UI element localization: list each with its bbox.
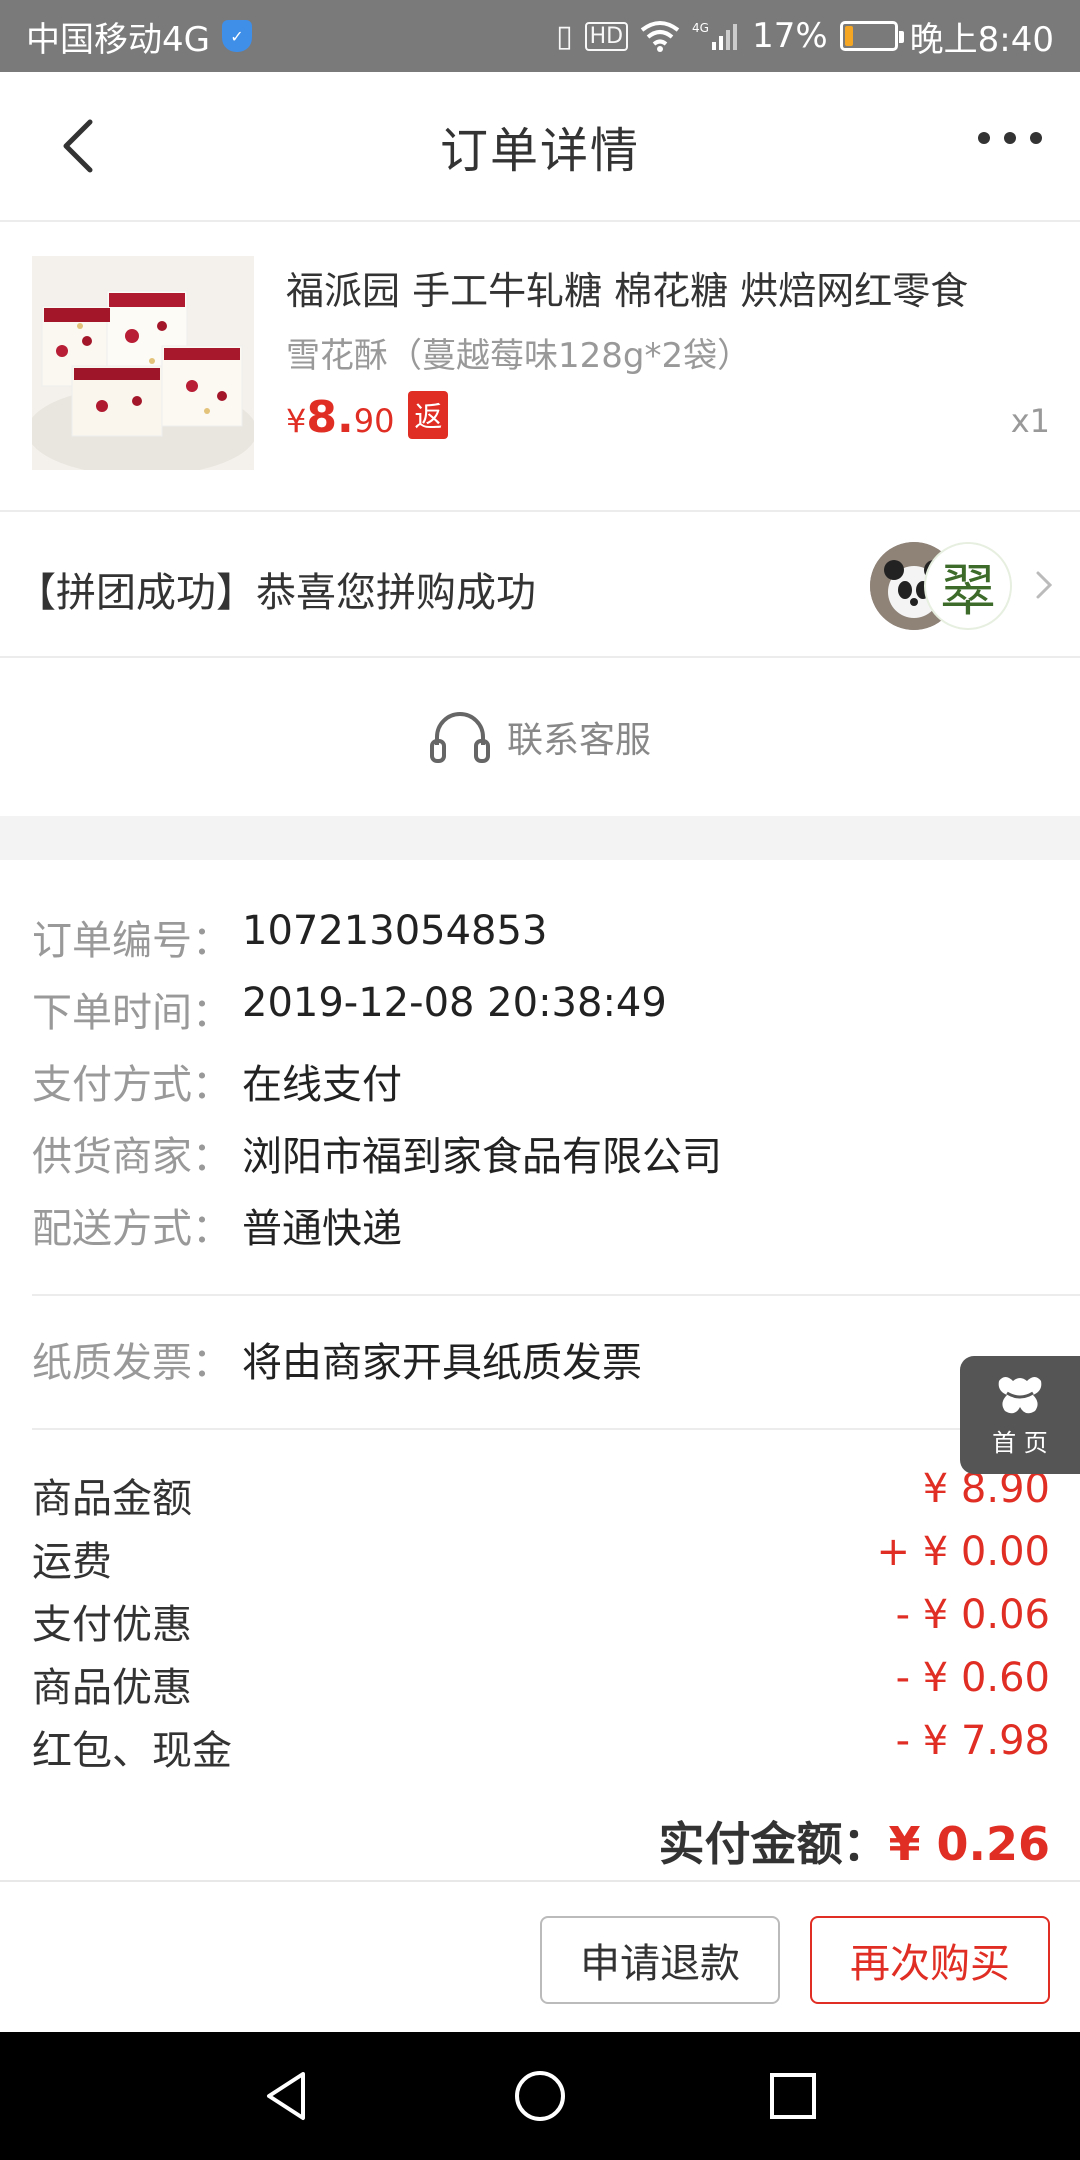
group-buy-row[interactable]: 【拼团成功】恭喜您拼购成功 翠 [0,512,1080,658]
product-card[interactable]: 福派园 手工牛轧糖 棉花糖 烘焙网红零食 雪花酥（蔓越莓味128g*2袋） ¥ … [0,222,1080,512]
amount-value: - ¥ 0.60 [895,1655,1050,1701]
amount-label: 商品金额 [32,1476,192,1522]
info-label: 订单编号： [32,918,232,964]
order-number: 107213054853 [242,908,548,954]
nougat-image [32,256,254,470]
info-label: 配送方式： [32,1206,232,1252]
home-label: 首 页 [992,1428,1048,1457]
amount-label: 商品优惠 [32,1665,192,1711]
bottom-action-bar: 申请退款 再次购买 [0,1880,1080,2032]
amount-row: 商品金额 ¥ 8.90 [32,1466,1050,1524]
nav-recents-icon[interactable] [763,2066,823,2126]
amount-value: - ¥ 0.06 [895,1592,1050,1638]
amount-row: 商品优惠 - ¥ 0.60 [32,1655,1050,1713]
rebuy-button[interactable]: 再次购买 [810,1916,1050,2004]
home-float-button[interactable]: 首 页 [960,1356,1080,1474]
system-nav-bar [0,2032,1080,2160]
amount-value: + ¥ 0.00 [876,1529,1050,1575]
status-right: ▯ HD 4G 17% 晚上8:40 [556,12,1054,61]
section-divider [0,816,1080,860]
info-label: 供货商家： [32,1134,232,1180]
total-value: ¥ 0.26 [888,1817,1050,1871]
amount-label: 红包、现金 [32,1728,232,1774]
carrier-label: 中国移动4G [26,19,210,60]
total-label: 实付金额： [658,1817,889,1871]
product-price: ¥ 8. 90 返 [286,391,449,445]
contact-service-label: 联系客服 [506,720,651,761]
amount-row: 支付优惠 - ¥ 0.06 [32,1592,1050,1650]
amount-label: 运费 [32,1539,112,1585]
headset-icon [429,712,490,763]
clock: 晚上8:40 [909,19,1054,60]
info-label: 下单时间： [32,990,232,1036]
refund-button[interactable]: 申请退款 [540,1916,780,2004]
divider [32,1294,1080,1296]
battery-fill [844,26,853,46]
product-image[interactable] [32,256,254,470]
group-buy-status: 【拼团成功】恭喜您拼购成功 [16,570,536,616]
product-quantity: x1 [1010,402,1050,440]
status-bar: 中国移动4G ✓ ▯ HD 4G 17% 晚上8:40 [0,0,1080,72]
order-time-row: 下单时间： 2019-12-08 20:38:49 [32,980,667,1038]
contact-service-button[interactable]: 联系客服 [0,658,1080,816]
nav-home-icon[interactable] [510,2066,570,2126]
back-arrow-icon[interactable] [52,114,112,178]
more-menu-icon[interactable] [978,132,1042,144]
delivery-method: 普通快递 [242,1206,402,1252]
invoice-info: 将由商家开具纸质发票 [242,1340,642,1386]
page-title: 订单详情 [439,123,640,179]
info-label: 支付方式： [32,1062,232,1108]
product-title[interactable]: 福派园 手工牛轧糖 棉花糖 烘焙网红零食 [286,260,1026,315]
amount-value: ¥ 8.90 [922,1466,1050,1512]
order-time: 2019-12-08 20:38:49 [242,980,667,1026]
svg-text:4G: 4G [692,21,709,35]
hd-icon: HD [584,21,629,51]
info-label: 纸质发票： [32,1340,232,1386]
vibrate-icon: ▯ [556,18,573,54]
battery-percent: 17% [752,16,828,56]
divider [32,1428,1080,1430]
shield-icon: ✓ [221,20,252,52]
delivery-method-row: 配送方式： 普通快递 [32,1196,402,1254]
chevron-right-icon[interactable] [1032,570,1056,600]
amount-value: - ¥ 7.98 [895,1718,1050,1764]
invoice-row: 纸质发票： 将由商家开具纸质发票 [32,1330,642,1388]
battery-icon [839,21,904,51]
nav-back-icon[interactable] [257,2066,317,2126]
amount-row: 红包、现金 - ¥ 7.98 [32,1718,1050,1776]
signal-icon: 4G [692,21,738,50]
amount-label: 支付优惠 [32,1602,192,1648]
amount-row: 运费 + ¥ 0.00 [32,1529,1050,1587]
price-decimal: 90 [353,402,395,440]
product-spec: 雪花酥（蔓越莓味128g*2袋） [286,336,752,376]
price-symbol: ¥ [286,402,307,440]
status-left: 中国移动4G ✓ [26,12,252,61]
avatar: 翠 [924,542,1012,630]
price-integer: 8. [306,392,354,443]
payment-method-row: 支付方式： 在线支付 [32,1052,402,1110]
order-number-row: 订单编号： 107213054853 [32,908,547,966]
supplier-name: 浏阳市福到家食品有限公司 [242,1134,722,1180]
supplier-row: 供货商家： 浏阳市福到家食品有限公司 [32,1124,722,1182]
home-logo-icon [998,1376,1042,1413]
total-amount: 实付金额： ¥ 0.26 [658,1808,1050,1874]
wifi-icon [640,21,680,52]
payment-method: 在线支付 [242,1062,402,1108]
header: 订单详情 [0,72,1080,222]
rebate-badge: 返 [408,391,449,439]
